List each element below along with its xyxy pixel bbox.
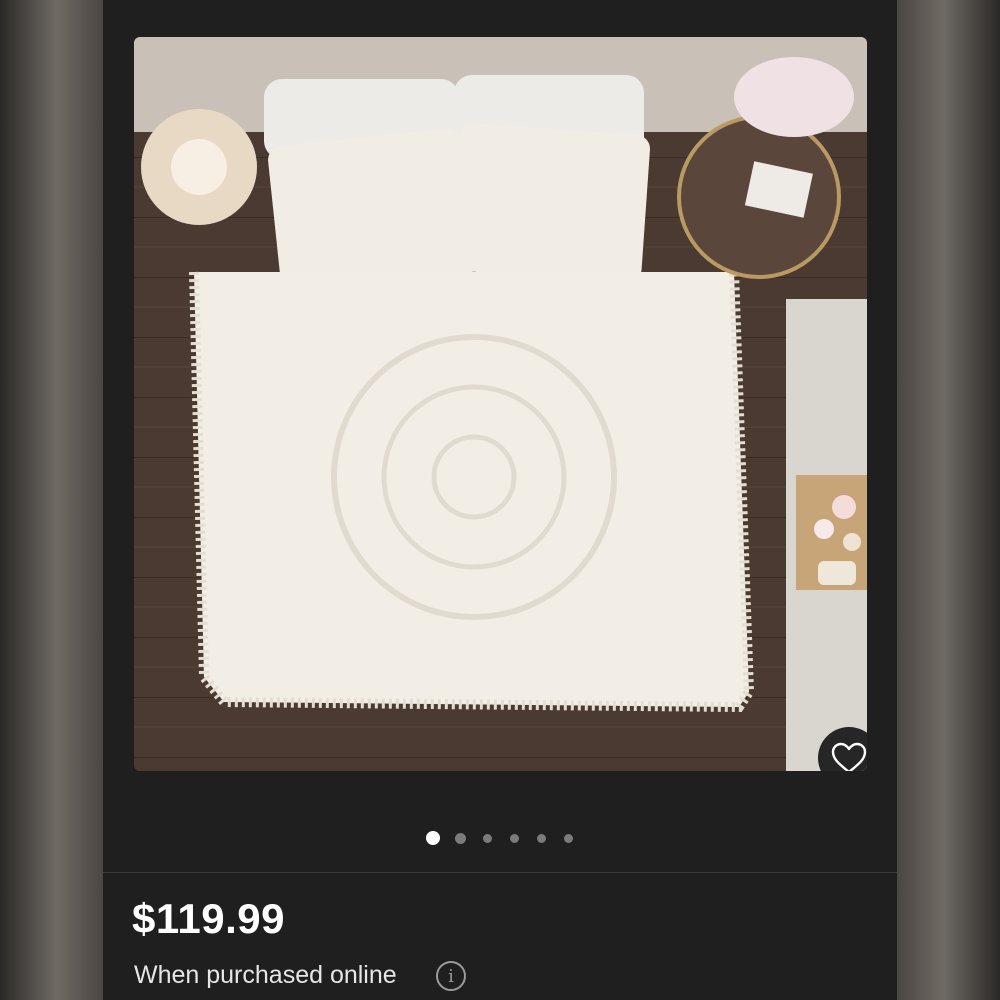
product-photo [134,37,867,771]
carousel-dot[interactable] [563,833,573,843]
product-image[interactable] [134,37,867,771]
product-detail-screen: $119.99 When purchased online i [103,0,897,1000]
heart-outline-icon [831,742,867,771]
info-glyph: i [448,965,454,987]
carousel-dot-active[interactable] [426,831,440,845]
price-note: When purchased online [134,961,397,989]
divider [103,872,897,873]
carousel-dot[interactable] [482,833,492,843]
product-price: $119.99 [132,895,286,942]
carousel-dot[interactable] [536,833,546,843]
background-blur-right [897,0,1000,1000]
background-blur-left [0,0,103,1000]
carousel-dot[interactable] [509,833,519,843]
carousel-pagination [103,830,897,846]
info-icon[interactable]: i [436,961,466,991]
carousel-dot[interactable] [454,832,466,844]
